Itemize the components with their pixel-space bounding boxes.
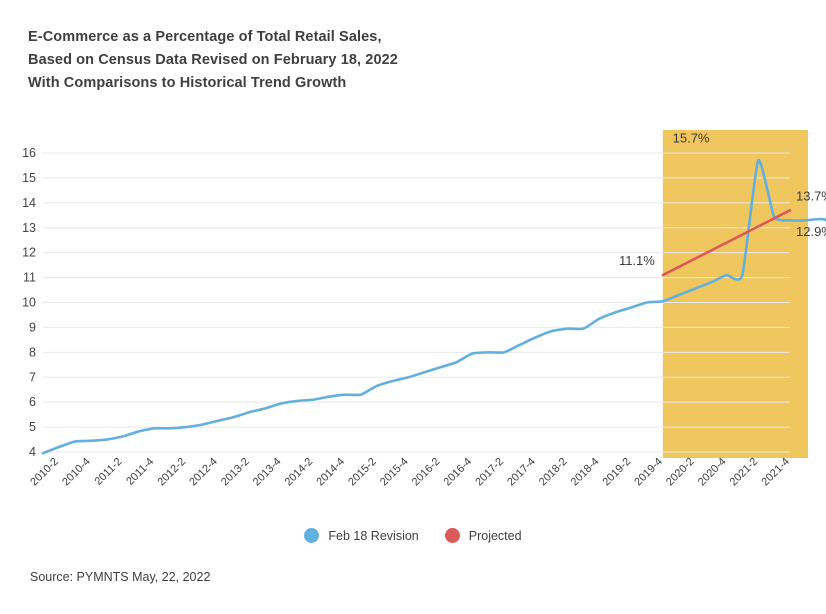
x-axis-tick-label: 2011-4 [124,456,156,488]
x-axis-tick-label: 2015-2 [346,456,379,489]
y-axis-tick-label: 12 [22,246,36,260]
y-axis-tick-label: 7 [29,370,36,384]
x-axis-tick-label: 2021-2 [728,456,761,489]
x-axis-tick-label: 2018-4 [569,456,602,489]
x-axis-tick-label: 2014-2 [283,456,316,489]
x-axis-tick-label: 2017-4 [505,456,538,489]
x-axis-tick-label: 2013-2 [219,456,252,489]
legend-item-revision[interactable]: Feb 18 Revision [304,528,419,543]
legend-color-swatch-revision [304,528,320,543]
x-axis-labels: 2010-2 2010-4 2011-2 2011-4 2012-2 2012-4 2013… [28,456,792,489]
x-axis-tick-label: 2020-2 [664,456,697,489]
legend-item-projected[interactable]: Projected [444,528,522,543]
data-label-11-1pct: 11.1% [619,253,655,268]
x-axis-tick-label: 2010-4 [60,456,93,489]
y-axis-tick-label: 11 [23,271,36,285]
y-axis-labels: 4 5 6 7 8 9 10 11 12 13 14 15 16 [22,146,36,459]
y-axis-tick-label: 16 [22,146,36,160]
x-axis-tick-label: 2019-4 [632,456,665,489]
y-axis-tick-label: 5 [29,420,36,434]
x-axis-tick-label: 2014-4 [314,456,347,489]
x-axis-tick-label: 2013-4 [251,456,284,489]
chart-figure: E-Commerce as a Percentage of Total Reta… [0,0,826,614]
x-axis-tick-label: 2021-4 [759,456,792,489]
x-axis-tick-label: 2017-2 [473,456,506,489]
legend-label-projected: Projected [468,528,522,543]
y-axis-tick-label: 6 [29,395,36,409]
x-axis-tick-label: 2020-4 [696,456,729,489]
y-axis-tick-label: 15 [22,171,36,185]
source-note: Source: PYMNTS May, 22, 2022 [30,570,211,584]
y-axis-tick-label: 10 [22,296,36,310]
x-axis-tick-label: 2019-2 [600,456,633,489]
x-axis-tick-label: 2011-2 [92,456,124,488]
x-axis-tick-label: 2012-2 [155,456,188,489]
data-label-15-7pct: 15.7% [673,130,710,145]
x-axis-tick-label: 2016-4 [442,456,475,489]
chart-legend: Feb 18 Revision Projected [0,528,826,543]
x-axis-tick-label: 2010-2 [28,456,61,489]
x-axis-tick-label: 2015-4 [378,456,411,489]
data-label-13-7pct: 13.7% [796,188,826,203]
data-label-12-9pct: 12.9% [796,224,826,239]
x-axis-tick-label: 2016-2 [410,456,443,489]
legend-color-swatch-projected [444,528,460,543]
x-axis-tick-label: 2018-2 [537,456,570,489]
plot-area: 4 5 6 7 8 9 10 11 12 13 14 15 16 2010-2 2010-4 2011-2 2… [0,0,826,614]
chart-canvas: 45678910111213141516 2010-2 2010-4 2011-2 2… [22,130,826,489]
y-axis-tick-label: 14 [22,196,36,210]
y-axis-tick-label: 4 [29,445,36,459]
y-axis-tick-label: 9 [29,320,36,334]
x-axis-tick-label: 2012-4 [187,456,220,489]
y-axis-tick-label: 13 [22,221,36,235]
legend-label-revision: Feb 18 Revision [328,528,419,543]
y-axis-tick-label: 8 [29,345,36,359]
